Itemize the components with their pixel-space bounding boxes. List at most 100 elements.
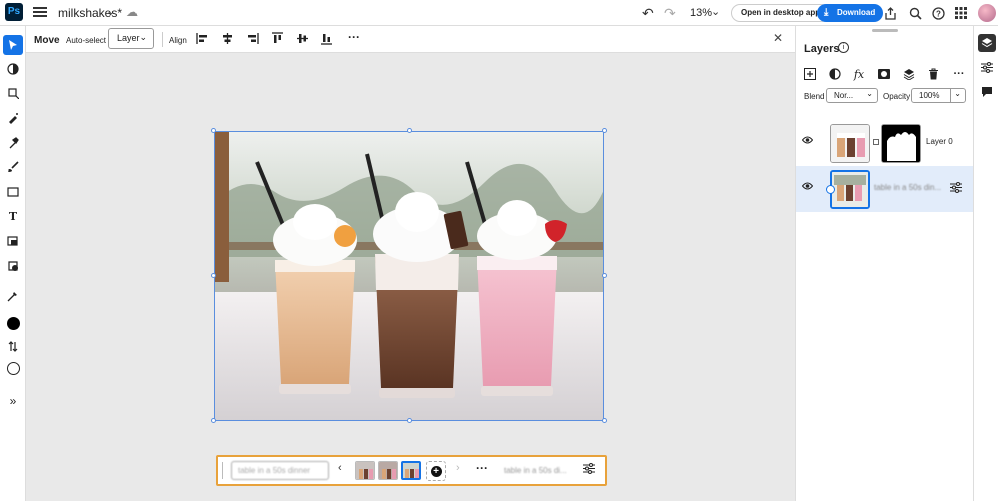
- chevron-down-icon[interactable]: ⌄: [106, 5, 115, 18]
- milkshakes-image[interactable]: [214, 131, 604, 421]
- move-tool-icon[interactable]: [3, 35, 23, 55]
- layer-select-value: Layer: [117, 33, 140, 43]
- zoom-chevron-icon[interactable]: ⌄: [711, 5, 720, 18]
- clone-stamp-tool-icon[interactable]: [3, 133, 23, 153]
- chevron-down-icon: ⌄: [866, 89, 873, 98]
- tools-panel: T »: [0, 26, 26, 501]
- auto-select-label[interactable]: Auto-select: [66, 36, 106, 45]
- adjustments-tool-icon[interactable]: [3, 256, 23, 276]
- mask-link-icon[interactable]: [873, 139, 879, 145]
- open-in-desktop-button[interactable]: Open in desktop app: [731, 4, 831, 22]
- align-center-horizontal-icon[interactable]: [221, 32, 234, 45]
- layer-properties-icon[interactable]: [950, 182, 962, 196]
- variation-thumbnail[interactable]: [378, 461, 398, 480]
- healing-brush-tool-icon[interactable]: [3, 108, 23, 128]
- layer-thumbnail: [830, 170, 870, 209]
- generation-label: table in a 50s di...: [504, 466, 567, 475]
- quick-selection-tool-icon[interactable]: [3, 59, 23, 79]
- user-avatar[interactable]: [978, 4, 996, 22]
- layers-panel-icon[interactable]: [978, 34, 996, 52]
- comments-panel-icon[interactable]: [978, 83, 996, 101]
- share-icon[interactable]: [884, 4, 897, 22]
- help-icon[interactable]: ?: [932, 4, 945, 22]
- layer-select-dropdown[interactable]: Layer ⌄: [108, 28, 154, 49]
- opacity-input[interactable]: 100%: [911, 88, 951, 103]
- generate-more-button[interactable]: +: [426, 461, 446, 481]
- adjustment-layer-icon[interactable]: [828, 67, 842, 81]
- eyedropper-tool-icon[interactable]: [3, 286, 23, 306]
- generative-prompt-input[interactable]: table in a 50s dinner: [231, 461, 329, 480]
- undo-icon[interactable]: ↶: [642, 4, 654, 22]
- more-options-icon[interactable]: ···: [476, 461, 488, 475]
- transform-handle[interactable]: [211, 418, 216, 423]
- more-options-icon[interactable]: ···: [348, 30, 360, 44]
- layer-row-selected[interactable]: table in a 50s din...: [796, 166, 974, 212]
- eye-visibility-icon[interactable]: [801, 182, 814, 192]
- eye-visibility-icon[interactable]: [801, 136, 814, 146]
- paint-bucket-tool-icon[interactable]: [3, 231, 23, 251]
- divider: [162, 32, 163, 47]
- blend-label: Blend: [804, 92, 825, 101]
- redo-icon[interactable]: ↷: [664, 4, 676, 22]
- align-bottom-icon[interactable]: [320, 32, 333, 45]
- rectangle-tool-icon[interactable]: [3, 182, 23, 202]
- align-middle-vertical-icon[interactable]: [296, 32, 309, 45]
- apps-grid-icon[interactable]: [955, 4, 967, 22]
- foreground-color-swatch[interactable]: [3, 313, 23, 333]
- cloud-sync-icon: ☁: [126, 5, 138, 19]
- transform-handle[interactable]: [211, 128, 216, 133]
- next-variation-icon[interactable]: ›: [456, 462, 460, 474]
- blend-mode-dropdown[interactable]: Nor... ⌄: [826, 88, 878, 103]
- layer-name[interactable]: Layer 0: [926, 137, 953, 146]
- align-label: Align: [169, 36, 187, 45]
- search-icon[interactable]: [909, 4, 922, 22]
- variation-thumbnail[interactable]: [355, 461, 375, 480]
- layer-mask-thumbnail[interactable]: [881, 124, 921, 163]
- layer-stack-icon[interactable]: [902, 67, 916, 81]
- download-label: Download: [837, 8, 876, 17]
- transform-handle[interactable]: [407, 128, 412, 133]
- background-color-swatch[interactable]: [3, 358, 23, 378]
- layer-name[interactable]: table in a 50s din...: [874, 183, 941, 192]
- mask-icon[interactable]: [877, 67, 891, 81]
- add-layer-icon[interactable]: [803, 67, 817, 81]
- download-button[interactable]: ⤓ Download: [817, 4, 884, 22]
- transform-handle[interactable]: [602, 418, 607, 423]
- align-left-icon[interactable]: [196, 32, 209, 45]
- previous-variation-icon[interactable]: ‹: [338, 462, 342, 474]
- brush-tool-icon[interactable]: [3, 157, 23, 177]
- panel-title: Layers: [804, 43, 840, 55]
- delete-icon[interactable]: [926, 67, 940, 81]
- settings-sliders-icon[interactable]: [583, 463, 595, 477]
- text-tool-icon[interactable]: T: [3, 206, 23, 226]
- expand-tools-icon[interactable]: »: [3, 391, 23, 411]
- transform-handle[interactable]: [602, 273, 607, 278]
- chevron-down-icon: ⌄: [139, 32, 147, 42]
- hamburger-menu-icon[interactable]: [33, 5, 47, 19]
- properties-panel-icon[interactable]: [978, 58, 996, 76]
- more-options-icon[interactable]: ···: [952, 67, 966, 81]
- align-right-icon[interactable]: [246, 32, 259, 45]
- drag-handle[interactable]: [222, 462, 223, 479]
- effects-icon[interactable]: fx: [852, 67, 866, 81]
- transform-handle[interactable]: [602, 128, 607, 133]
- transform-handle[interactable]: [407, 418, 412, 423]
- generative-layer-icon: [826, 185, 835, 194]
- svg-text:?: ?: [936, 9, 941, 18]
- crop-transform-tool-icon[interactable]: [3, 83, 23, 103]
- contextual-taskbar: table in a 50s dinner ‹ + › ··· table in…: [216, 455, 607, 486]
- swap-colors-icon[interactable]: [3, 336, 23, 356]
- layer-row[interactable]: Layer 0: [796, 120, 974, 166]
- photoshop-logo: Ps: [5, 3, 23, 21]
- transform-handle[interactable]: [211, 273, 216, 278]
- opacity-dropdown[interactable]: ⌄: [950, 88, 966, 103]
- panel-grip[interactable]: [872, 29, 898, 32]
- canvas-area[interactable]: [26, 53, 795, 501]
- close-icon[interactable]: ✕: [773, 31, 783, 45]
- align-top-icon[interactable]: [271, 32, 284, 45]
- download-icon: ⤓: [824, 7, 829, 18]
- zoom-level[interactable]: 13%: [690, 7, 712, 19]
- info-icon[interactable]: i: [838, 42, 849, 53]
- top-bar: Ps milkshakes* ⌄ ☁ ↶ ↷ 13% ⌄ Open in des…: [0, 0, 998, 26]
- variation-thumbnail-selected[interactable]: [401, 461, 421, 480]
